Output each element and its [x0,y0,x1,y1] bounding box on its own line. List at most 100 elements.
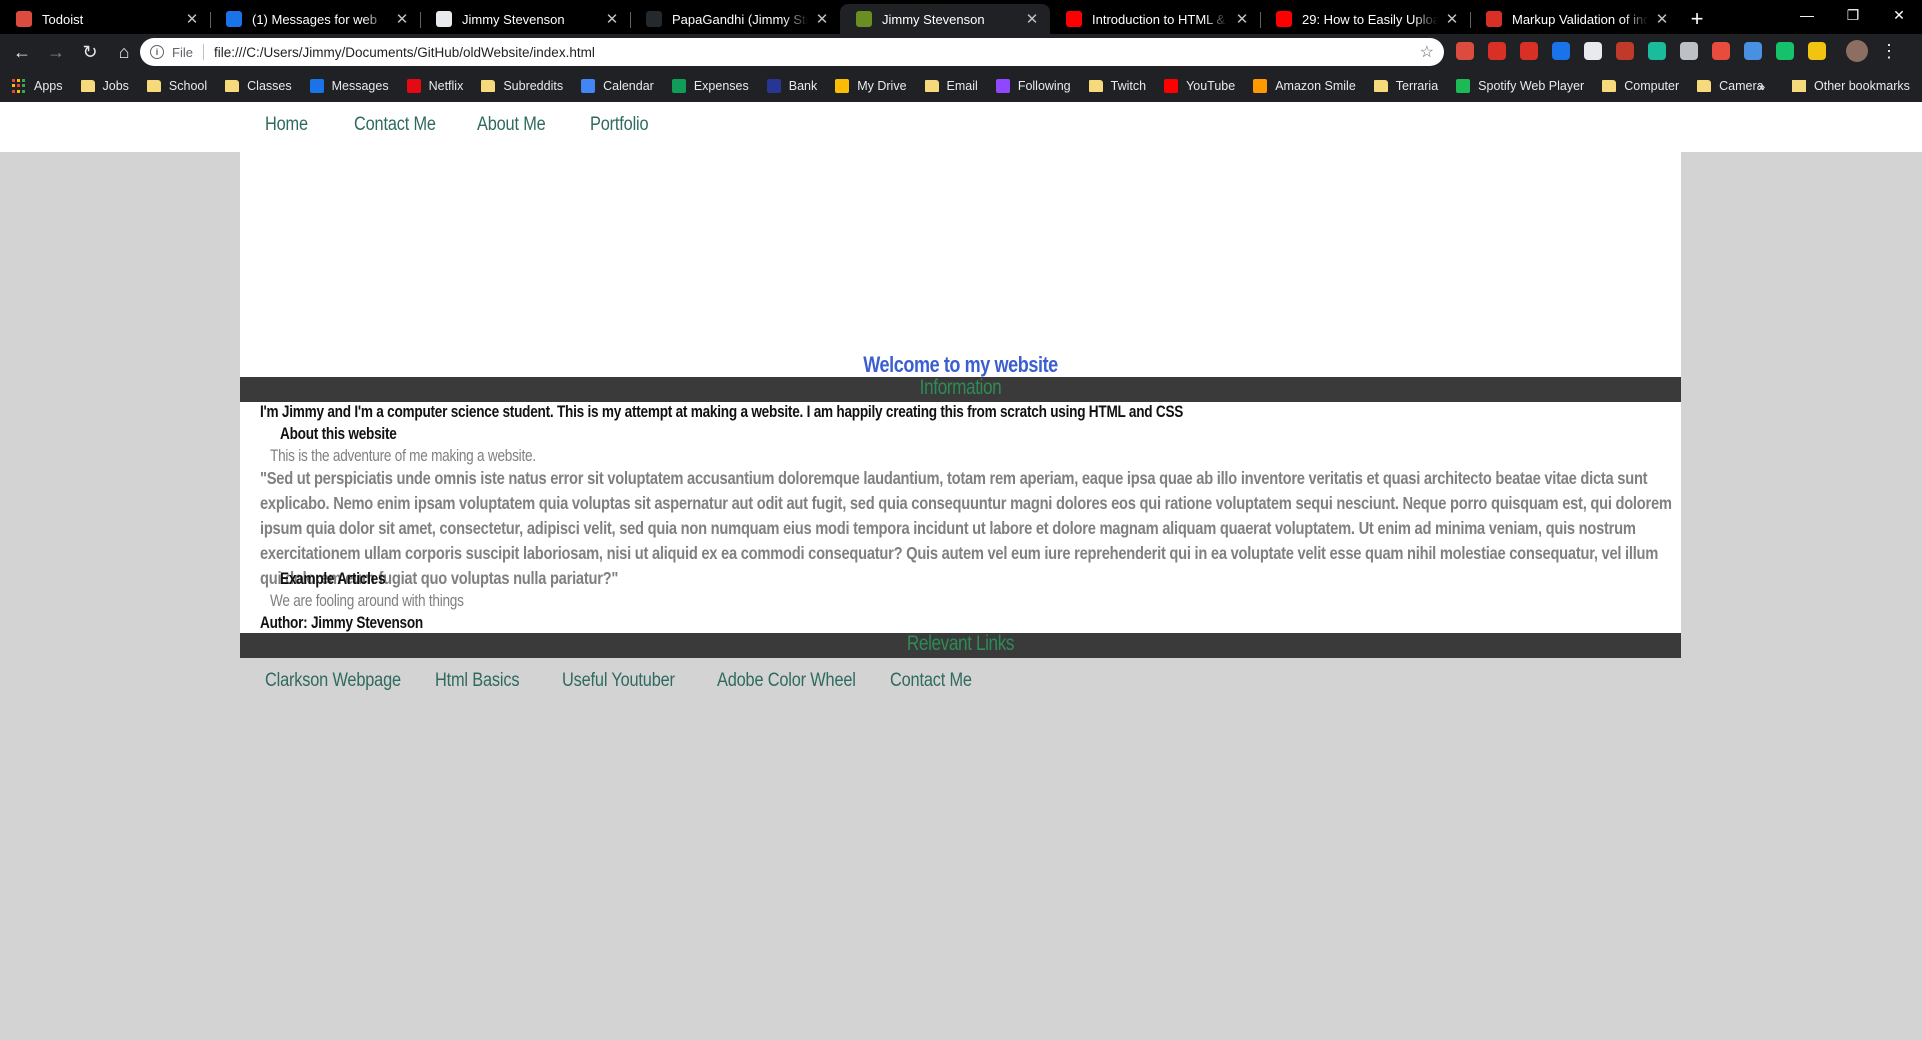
bookmark-label: Calendar [603,79,654,93]
bookmark-item[interactable]: Apps [12,79,63,93]
bookmark-item[interactable]: Jobs [80,79,129,93]
bookmark-item[interactable]: Bank [766,79,817,93]
extension-icon[interactable] [1488,42,1506,60]
information-heading: Information [919,376,1002,399]
bookmark-label: Terraria [1395,79,1439,93]
links-heading: Relevant Links [906,632,1015,655]
bookmark-item[interactable]: Classes [225,79,292,93]
bookmarks-overflow-chevron-icon[interactable]: » [1758,79,1765,94]
tab-title: Markup Validation of index.html [1512,11,1648,27]
bookmarks-bar: Apps Jobs School Classes Messages Netflix Subr… [0,70,1922,102]
bookmark-item[interactable]: Terraria [1373,79,1439,93]
close-icon[interactable]: ✕ [814,10,830,28]
tab-title: (1) Messages for web [252,11,377,27]
bookmark-item[interactable]: School [146,79,207,93]
tab-title: Jimmy Stevenson [882,11,985,27]
forward-arrow-icon[interactable]: → [40,36,72,68]
tab-messages[interactable]: (1) Messages for web ✕ [210,4,420,34]
messages-icon [226,11,242,27]
close-icon[interactable]: ✕ [184,10,200,28]
extension-icon[interactable] [1456,42,1474,60]
close-icon[interactable]: ✕ [1444,10,1460,28]
bookmark-item[interactable]: YouTube [1164,79,1235,93]
bookmark-label: Following [1017,79,1071,93]
close-icon[interactable]: ✕ [1234,10,1250,28]
folder-icon [1792,80,1806,92]
reload-icon[interactable]: ↻ [74,36,106,68]
site-icon [309,79,324,93]
new-tab-button[interactable]: + [1680,4,1714,34]
extension-icon[interactable] [1776,42,1794,60]
restore-icon[interactable]: ❐ [1830,0,1876,30]
bookmark-item[interactable]: Twitch [1088,79,1147,93]
back-arrow-icon[interactable]: ← [6,36,38,68]
extension-icon[interactable] [1520,42,1538,60]
nav-portfolio-link[interactable]: Portfolio [590,114,649,136]
link-adobe-color-wheel[interactable]: Adobe Color Wheel [717,670,856,692]
address-bar[interactable]: i File file:///C:/Users/Jimmy/Documents/… [140,38,1444,66]
link-contact-me[interactable]: Contact Me [890,670,972,692]
extension-icon[interactable] [1584,42,1602,60]
close-icon[interactable]: ✕ [394,10,410,28]
tab-title: Todoist [42,11,84,27]
profile-avatar[interactable] [1846,40,1868,62]
nav-contact-link[interactable]: Contact Me [354,114,436,136]
tab-youtube-intro-html[interactable]: Introduction to HTML & CSS ✕ [1050,4,1260,34]
bookmark-label: Twitch [1110,79,1147,93]
tab-youtube-upload[interactable]: 29: How to Easily Upload a Website ✕ [1260,4,1470,34]
menu-kebab-icon[interactable]: ⋮ [1880,41,1898,62]
extension-icon[interactable] [1744,42,1762,60]
close-icon[interactable]: ✕ [1024,10,1040,28]
extension-icon[interactable] [1712,42,1730,60]
extension-icon[interactable] [1648,42,1666,60]
url-text[interactable]: file:///C:/Users/Jimmy/Documents/GitHub/… [214,45,1420,60]
site-navbar: Home Contact Me About Me Portfolio [0,102,1922,152]
bookmark-item[interactable]: Expenses [671,79,749,93]
link-useful-youtuber[interactable]: Useful Youtuber [562,670,675,692]
other-bookmarks[interactable]: Other bookmarks [1792,79,1910,93]
bookmark-item[interactable]: Following [995,79,1071,93]
tab-jimmy-stevenson[interactable]: Jimmy Stevenson ✕ [420,4,630,34]
extension-icon[interactable] [1552,42,1570,60]
w3c-icon [1486,11,1502,27]
intro-paragraph: I'm Jimmy and I'm a computer science stu… [260,402,1184,421]
nav-about-link[interactable]: About Me [477,114,546,136]
nav-home-link[interactable]: Home [265,114,308,136]
bookmark-item[interactable]: Calendar [581,79,654,93]
bookmark-item[interactable]: Amazon Smile [1253,79,1356,93]
info-icon[interactable]: i [150,45,164,59]
close-icon[interactable]: ✕ [1654,10,1670,28]
articles-text: We are fooling around with things [270,591,464,610]
close-icon[interactable]: ✕ [604,10,620,28]
bookmark-star-icon[interactable]: ☆ [1420,42,1434,62]
minimize-icon[interactable]: — [1784,0,1830,30]
home-icon[interactable]: ⌂ [108,36,140,68]
bookmark-label: Spotify Web Player [1478,79,1585,93]
tab-active-jimmy-stevenson[interactable]: Jimmy Stevenson ✕ [840,4,1050,34]
bookmark-item[interactable]: Email [924,79,978,93]
link-html-basics[interactable]: Html Basics [435,670,520,692]
bookmark-label: Jobs [102,79,129,93]
folder-icon [225,80,240,92]
extension-icon[interactable] [1808,42,1826,60]
bookmark-item[interactable]: My Drive [835,79,907,93]
bookmark-item[interactable]: Spotify Web Player [1456,79,1584,93]
bookmark-label: Email [946,79,978,93]
tab-github[interactable]: PapaGandhi (Jimmy Stevenson) ✕ [630,4,840,34]
youtube-icon [1276,11,1292,27]
close-window-icon[interactable]: ✕ [1876,0,1922,30]
tab-todoist[interactable]: Todoist ✕ [0,4,210,34]
other-bookmarks-label: Other bookmarks [1814,79,1910,93]
extension-icon[interactable] [1616,42,1634,60]
bookmark-item[interactable]: Subreddits [481,79,563,93]
tab-markup-validation[interactable]: Markup Validation of index.html ✕ [1470,4,1680,34]
extension-icon[interactable] [1680,42,1698,60]
bookmark-item[interactable]: Camera [1697,79,1764,93]
browser-toolbar: ← → ↻ ⌂ i File file:///C:/Users/Jimmy/Do… [0,34,1922,70]
bookmark-item[interactable]: Netflix [406,79,463,93]
bookmark-item[interactable]: Messages [309,79,389,93]
link-clarkson-webpage[interactable]: Clarkson Webpage [265,670,401,692]
tab-title: Introduction to HTML & CSS [1092,11,1228,27]
bookmark-item[interactable]: Computer [1602,79,1679,93]
links-banner: Relevant Links [240,633,1681,658]
